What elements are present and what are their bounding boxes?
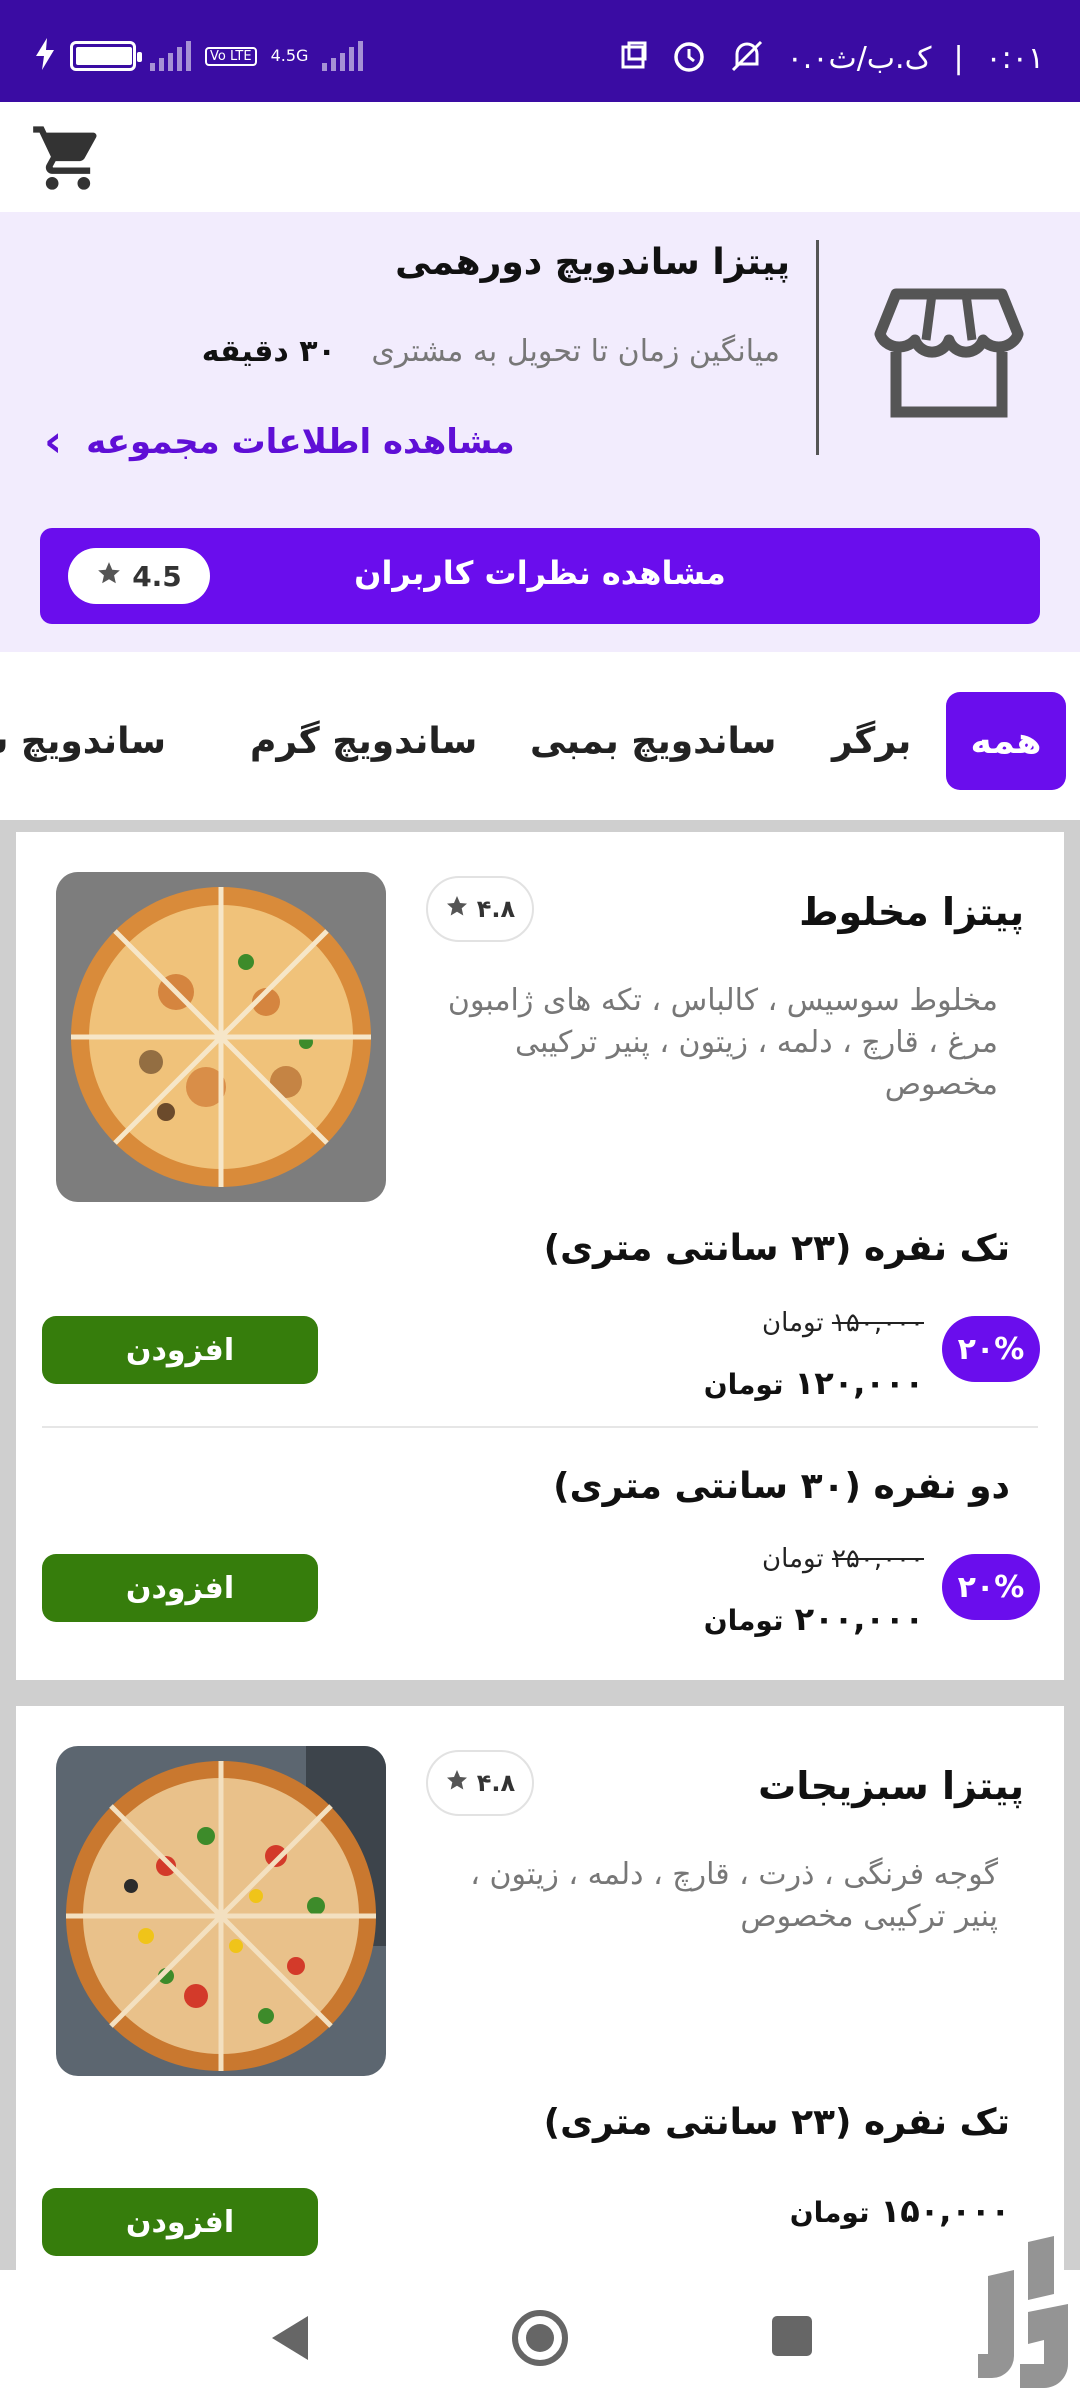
old-price-amount: ۲۵۰,۰۰۰	[831, 1544, 924, 1574]
chevron-left-icon: ‹	[44, 416, 63, 467]
signal-icon-2	[322, 41, 364, 71]
product-name: پیتزا مخلوط	[799, 890, 1024, 934]
tab-bombi-sandwich[interactable]: ساندویچ بمبی	[530, 692, 776, 790]
product-card: پیتزا مخلوط ۴.۸ مخلوط سوسیس ، کالباس ، ت…	[16, 832, 1064, 1680]
delivery-value: ۳۰ دقیقه	[201, 334, 336, 369]
product-description: مخلوط سوسیس ، کالباس ، تکه های ژامبون مر…	[447, 983, 998, 1102]
price-amount: ۱۲۰,۰۰۰	[794, 1364, 924, 1402]
top-bar	[0, 102, 1080, 212]
shop-info-link-label: مشاهده اطلاعات مجموعه	[86, 422, 515, 462]
charging-icon	[34, 38, 56, 74]
product-name: پیتزا سبزیجات	[758, 1764, 1024, 1808]
add-button[interactable]: افزودن	[42, 2188, 318, 2256]
price: ۱۲۰,۰۰۰ تومان	[704, 1364, 924, 1402]
price: ۱۵۰,۰۰۰ تومان	[790, 2192, 1010, 2230]
price: ۲۰۰,۰۰۰ تومان	[704, 1600, 924, 1638]
shop-rating-badge: 4.5	[68, 548, 210, 604]
price-currency: تومان	[789, 2196, 870, 2229]
old-price: ۱۵۰,۰۰۰ تومان	[762, 1308, 924, 1338]
notification-icon	[619, 41, 649, 75]
price-currency: تومان	[703, 1604, 784, 1637]
system-nav-bar	[0, 2270, 1080, 2400]
old-price: ۲۵۰,۰۰۰ تومان	[762, 1544, 924, 1574]
star-icon	[445, 894, 469, 924]
battery-icon	[70, 41, 142, 71]
product-image[interactable]	[56, 872, 386, 1202]
product-rating: ۴.۸	[426, 876, 534, 942]
price-amount: ۲۰۰,۰۰۰	[794, 1600, 924, 1638]
separator: |	[953, 40, 964, 76]
volte-icon: Vo LTE	[205, 46, 257, 66]
divider	[42, 1426, 1038, 1428]
product-rating: ۴.۸	[426, 1750, 534, 1816]
price-currency: تومان	[703, 1368, 784, 1401]
shop-name: پیتزا ساندویچ دورهمی	[395, 242, 790, 283]
alarm-icon	[671, 38, 707, 78]
tab-all[interactable]: همه	[946, 692, 1066, 790]
signal-icon	[150, 41, 191, 71]
category-tabs: همه برگر ساندویچ بمبی ساندویچ گرم ساندوی…	[0, 652, 1080, 820]
old-price-currency: تومان	[762, 1544, 824, 1574]
app-store-logo	[968, 2236, 1078, 2396]
shop-info: پیتزا ساندویچ دورهمی میانگین زمان تا تحو…	[0, 212, 1080, 652]
price-amount: ۱۵۰,۰۰۰	[880, 2192, 1010, 2230]
add-button[interactable]: افزودن	[42, 1316, 318, 1384]
shop-rating-value: 4.5	[132, 559, 182, 593]
tab-cold-sandwich[interactable]: ساندویچ سرد	[0, 692, 166, 790]
product-card: پیتزا سبزیجات ۴.۸ گوجه فرنگی ، ذرت ، قار…	[16, 1706, 1064, 2306]
old-price-amount: ۱۵۰,۰۰۰	[831, 1308, 924, 1338]
product-list: پیتزا مخلوط ۴.۸ مخلوط سوسیس ، کالباس ، ت…	[0, 820, 1080, 2306]
mute-icon	[729, 38, 765, 78]
add-button[interactable]: افزودن	[42, 1554, 318, 1622]
home-icon[interactable]	[510, 2308, 570, 2368]
product-description: گوجه فرنگی ، ذرت ، قارچ ، دلمه ، زیتون ،…	[470, 1857, 998, 1934]
product-rating-value: ۴.۸	[476, 895, 516, 923]
data-speed: ۰.۰ک.ب/ث	[786, 40, 932, 76]
store-icon	[874, 282, 1024, 422]
size-title: تک نفره (۲۳ سانتی متری)	[543, 2102, 1010, 2143]
cart-icon[interactable]	[30, 120, 106, 196]
old-price-currency: تومان	[762, 1308, 824, 1338]
product-image[interactable]	[56, 1746, 386, 2076]
reviews-button[interactable]: مشاهده نظرات کاربران 4.5	[40, 528, 1040, 624]
delivery-time: میانگین زمان تا تحویل به مشتری ۳۰ دقیقه	[202, 334, 780, 369]
tab-cold-sandwich-label: ساندویچ سرد	[0, 720, 166, 762]
discount-badge: ۲۰%	[942, 1316, 1040, 1382]
network-type: 4.5G	[270, 46, 309, 65]
shop-info-link[interactable]: ‹ مشاهده اطلاعات مجموعه	[44, 416, 515, 467]
product-rating-value: ۴.۸	[476, 1769, 516, 1797]
clock: ۰:۰۱	[985, 40, 1044, 76]
size-title: تک نفره (۲۳ سانتی متری)	[543, 1228, 1010, 1269]
tab-burger[interactable]: برگر	[832, 692, 911, 790]
star-icon	[445, 1768, 469, 1798]
status-bar: Vo LTE 4.5G ۰.۰ک.ب/ث | ۰:۰۱	[0, 0, 1080, 102]
star-icon	[96, 560, 122, 593]
divider	[816, 240, 819, 455]
back-icon[interactable]	[266, 2312, 312, 2364]
discount-badge: ۲۰%	[942, 1554, 1040, 1620]
delivery-label: میانگین زمان تا تحویل به مشتری	[371, 334, 780, 369]
tab-hot-sandwich[interactable]: ساندویچ گرم	[250, 692, 477, 790]
recents-icon[interactable]	[772, 2316, 812, 2356]
size-title: دو نفره (۳۰ سانتی متری)	[553, 1466, 1010, 1507]
